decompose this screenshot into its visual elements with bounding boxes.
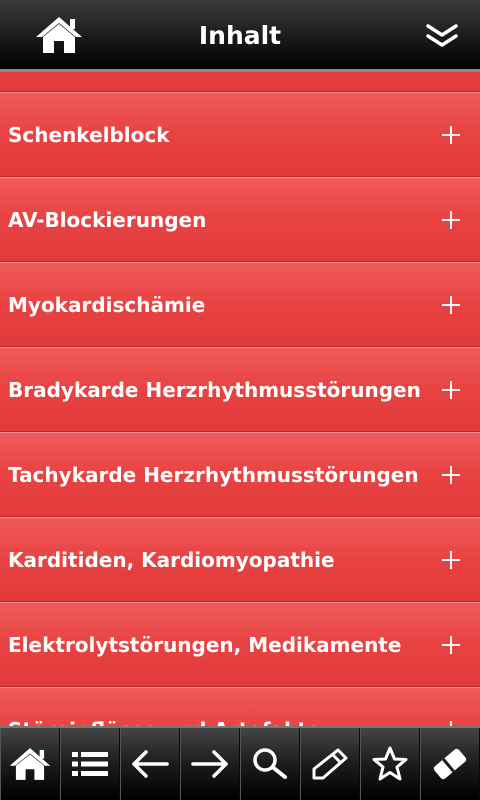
double-chevron-down-icon <box>426 24 458 47</box>
list-item-av-blockierungen[interactable]: AV-Blockierungen <box>0 177 480 262</box>
list-item-stoereinfluesse[interactable]: Störeinflüsse und Artefakte <box>0 687 480 726</box>
plus-icon <box>440 634 462 656</box>
plus-icon <box>440 464 462 486</box>
pencil-icon <box>312 748 348 780</box>
toolbar-erase-button[interactable] <box>420 728 480 800</box>
home-icon <box>9 748 51 780</box>
list-item-label: AV-Blockierungen <box>8 208 207 232</box>
top-bar: Inhalt <box>0 0 480 72</box>
list-item-schenkelblock[interactable]: Schenkelblock <box>0 92 480 177</box>
list-item-label: Myokardischämie <box>8 293 206 317</box>
arrow-right-icon <box>191 750 228 778</box>
list-item-label: Elektrolytstörungen, Medikamente <box>8 633 402 657</box>
list-item[interactable] <box>0 72 480 92</box>
list-item-myokardischaemie[interactable]: Myokardischämie <box>0 262 480 347</box>
list-item-label: Schenkelblock <box>8 123 170 147</box>
star-icon <box>372 746 408 781</box>
home-button[interactable] <box>30 12 88 58</box>
content-list: Schenkelblock AV-Blockierungen Myokardis… <box>0 72 480 726</box>
toolbar-forward-button[interactable] <box>180 728 240 800</box>
plus-icon <box>440 719 462 726</box>
list-item-label: Bradykarde Herzrhythmusstörungen <box>8 378 421 402</box>
eraser-icon <box>433 748 467 780</box>
list-item-bradykarde[interactable]: Bradykarde Herzrhythmusstörungen <box>0 347 480 432</box>
plus-icon <box>440 209 462 231</box>
list-item-label: Störeinflüsse und Artefakte <box>8 688 320 726</box>
list-item-label: Tachykarde Herzrhythmusstörungen <box>8 463 419 487</box>
toolbar-favorite-button[interactable] <box>360 728 420 800</box>
bottom-toolbar <box>0 726 480 800</box>
list-icon <box>72 752 108 776</box>
plus-icon <box>440 124 462 146</box>
plus-icon <box>440 379 462 401</box>
collapse-all-button[interactable] <box>414 14 470 58</box>
list-item-elektrolytstoerungen[interactable]: Elektrolytstörungen, Medikamente <box>0 602 480 687</box>
toolbar-home-button[interactable] <box>0 728 60 800</box>
toolbar-back-button[interactable] <box>120 728 180 800</box>
list-item-label: Karditiden, Kardiomyopathie <box>8 548 335 572</box>
search-icon <box>253 748 287 779</box>
list-item-karditiden[interactable]: Karditiden, Kardiomyopathie <box>0 517 480 602</box>
arrow-left-icon <box>132 750 169 778</box>
toolbar-search-button[interactable] <box>240 728 300 800</box>
home-icon <box>36 17 82 53</box>
plus-icon <box>440 549 462 571</box>
toolbar-note-button[interactable] <box>300 728 360 800</box>
toolbar-list-button[interactable] <box>60 728 120 800</box>
list-item-tachykarde[interactable]: Tachykarde Herzrhythmusstörungen <box>0 432 480 517</box>
plus-icon <box>440 294 462 316</box>
